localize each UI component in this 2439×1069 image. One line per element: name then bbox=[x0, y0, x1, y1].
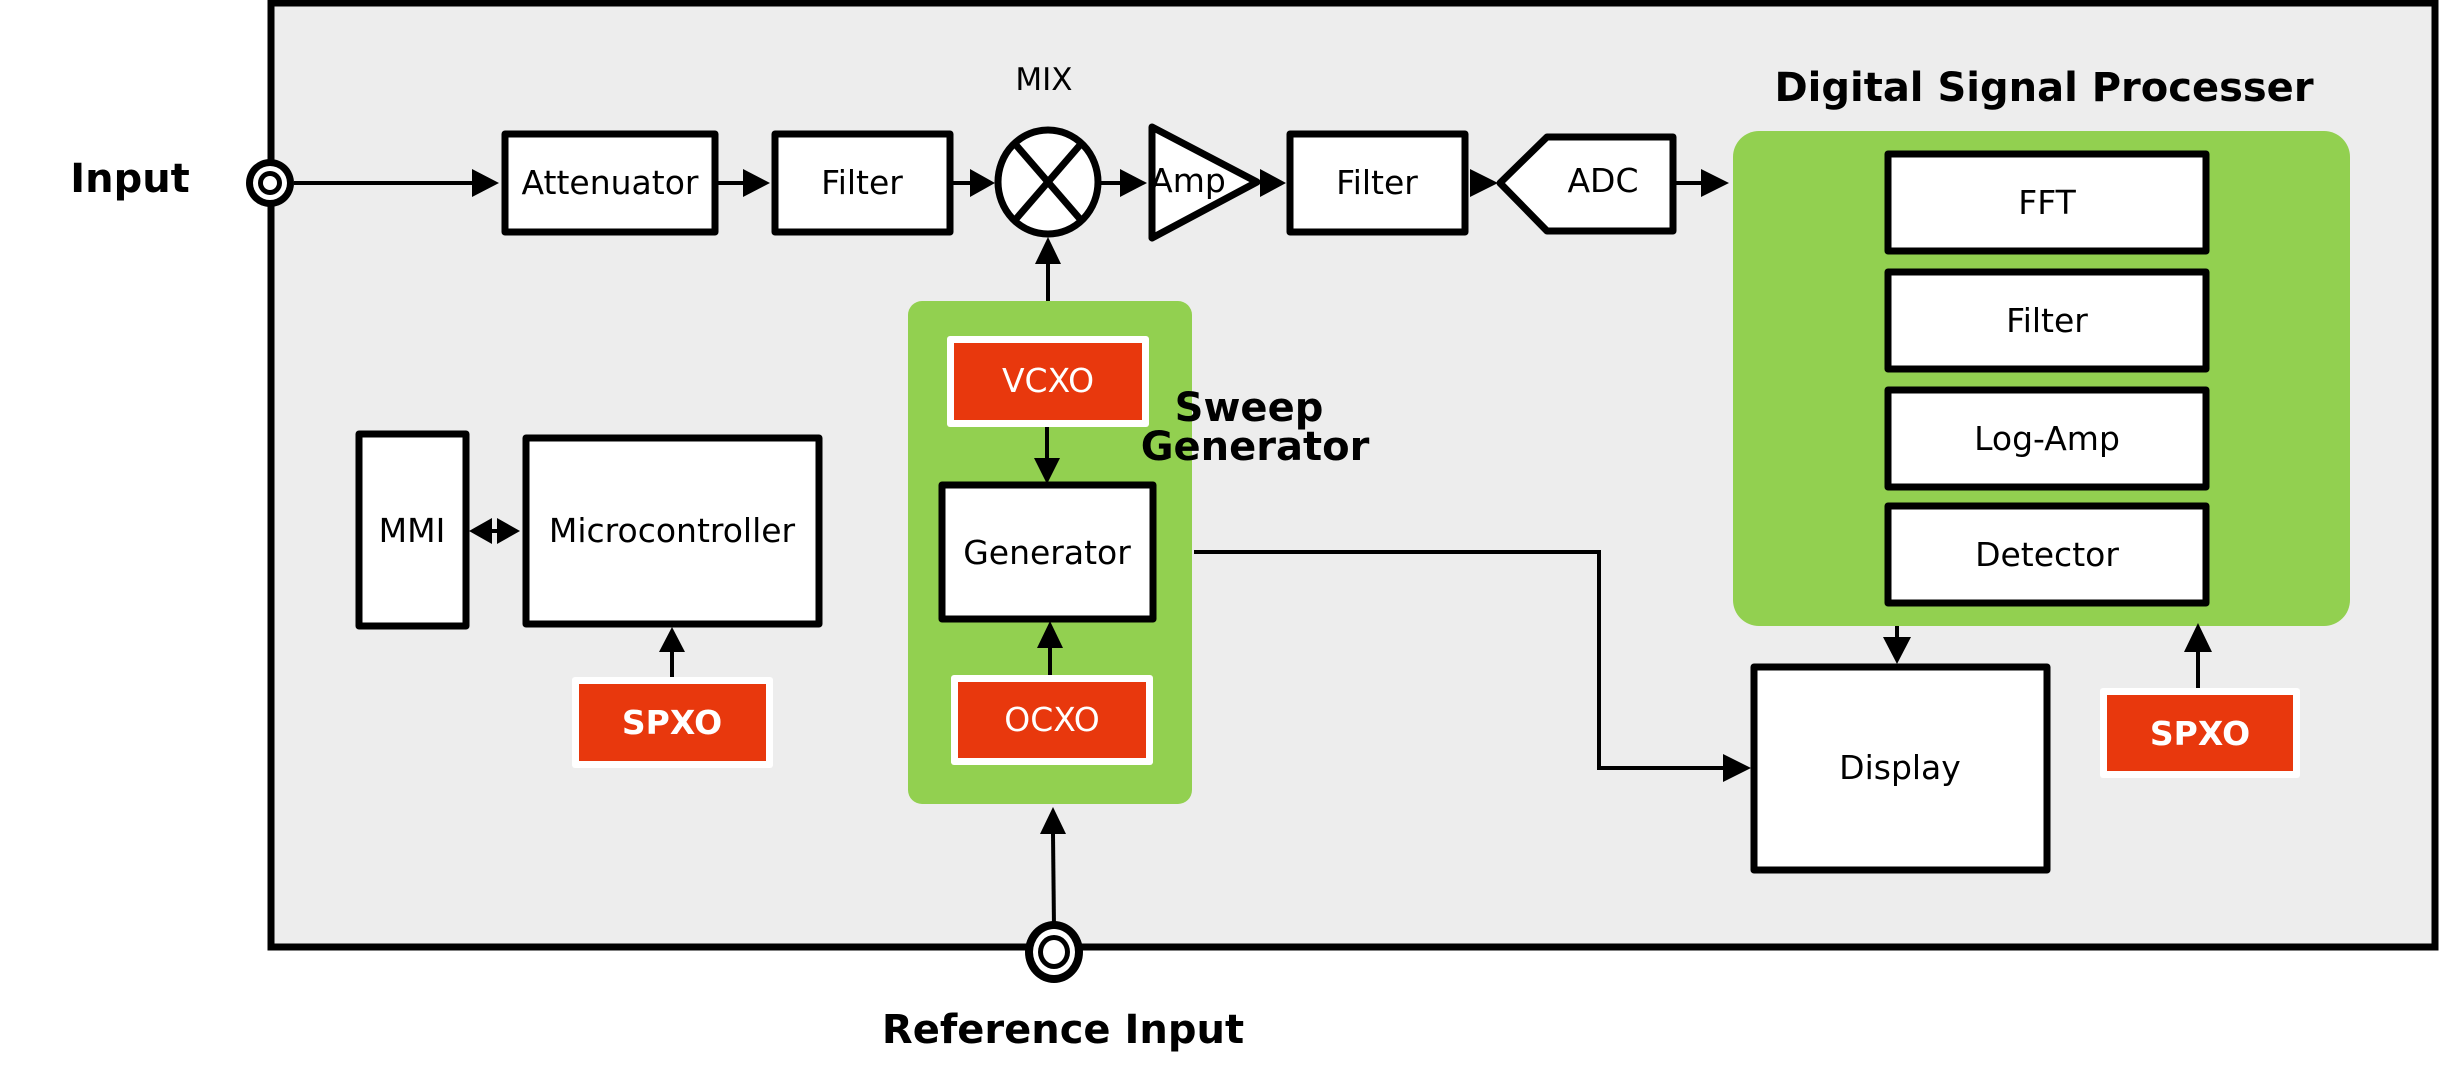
input-connector-icon bbox=[246, 159, 294, 207]
input-label: Input bbox=[70, 156, 190, 202]
spxo-mcu-oscillator[interactable]: SPXO bbox=[572, 677, 773, 768]
generator-block[interactable]: Generator bbox=[938, 481, 1157, 623]
microcontroller-label: Microcontroller bbox=[549, 511, 796, 550]
attenuator-block[interactable]: Attenuator bbox=[501, 130, 719, 236]
mixer-label: MIX bbox=[1015, 62, 1072, 98]
reference-input-connector-icon bbox=[1025, 921, 1083, 983]
dsp-block-detector[interactable]: Detector bbox=[1884, 502, 2210, 607]
mixer-icon[interactable] bbox=[994, 126, 1102, 238]
reference-input-label: Reference Input bbox=[882, 1007, 1244, 1053]
microcontroller-block[interactable]: Microcontroller bbox=[522, 434, 823, 628]
log-amp-label: Log-Amp bbox=[1974, 419, 2120, 458]
ocxo-oscillator[interactable]: OCXO bbox=[951, 675, 1153, 765]
filter1-block[interactable]: Filter bbox=[771, 130, 954, 236]
sweep-title-line2: Generator bbox=[1141, 424, 1370, 470]
amp-label: Amp bbox=[1150, 161, 1226, 200]
filter1-label: Filter bbox=[821, 163, 903, 202]
display-block[interactable]: Display bbox=[1750, 663, 2051, 874]
vcxo-oscillator[interactable]: VCXO bbox=[947, 336, 1149, 427]
mmi-block[interactable]: MMI bbox=[355, 430, 470, 630]
dsp-block-log-amp[interactable]: Log-Amp bbox=[1884, 386, 2210, 491]
display-label: Display bbox=[1839, 748, 1961, 787]
ocxo-label: OCXO bbox=[1004, 700, 1100, 739]
dsp-filter-label: Filter bbox=[2006, 301, 2088, 340]
fft-label: FFT bbox=[2018, 183, 2076, 222]
adc-label: ADC bbox=[1567, 161, 1638, 200]
block-diagram: Input Attenuator Filter MIX Amp Filter A… bbox=[70, 0, 2439, 1053]
spxo-dsp-label: SPXO bbox=[2150, 714, 2250, 753]
detector-label: Detector bbox=[1975, 535, 2119, 574]
wire-reference-sweep bbox=[1051, 833, 1056, 929]
dsp-title: Digital Signal Processer bbox=[1774, 65, 2313, 111]
spxo-mcu-label: SPXO bbox=[622, 703, 722, 742]
attenuator-label: Attenuator bbox=[522, 163, 699, 202]
mmi-label: MMI bbox=[379, 511, 446, 550]
generator-label: Generator bbox=[963, 533, 1131, 572]
spxo-dsp-oscillator[interactable]: SPXO bbox=[2100, 688, 2300, 778]
dsp-block-filter[interactable]: Filter bbox=[1884, 268, 2210, 373]
vcxo-label: VCXO bbox=[1002, 361, 1094, 400]
dsp-block-fft[interactable]: FFT bbox=[1884, 150, 2210, 255]
filter2-block[interactable]: Filter bbox=[1286, 130, 1469, 236]
filter2-label: Filter bbox=[1336, 163, 1418, 202]
